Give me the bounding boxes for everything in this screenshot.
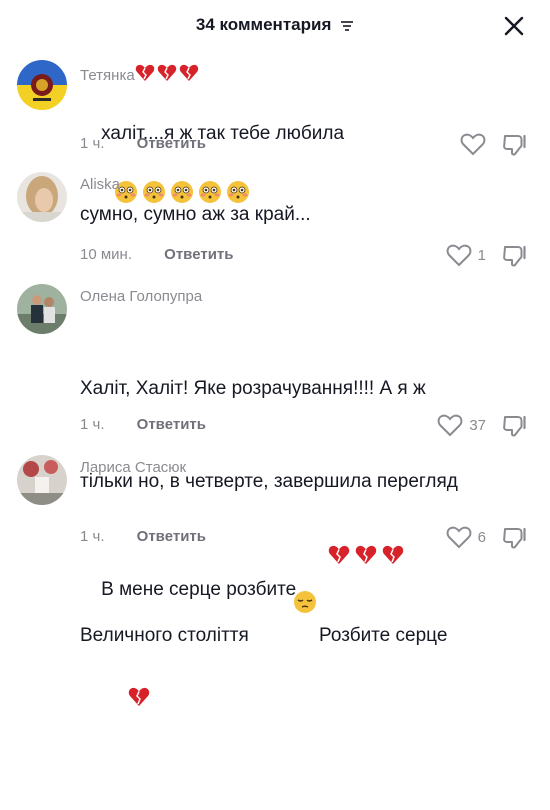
close-icon[interactable]: [502, 14, 526, 38]
comment-text-content: В мене серце розбите: [101, 579, 297, 600]
like-button[interactable]: 37: [437, 414, 486, 437]
comment-author[interactable]: Тетянка: [80, 64, 201, 86]
broken-heart-icon: [135, 64, 201, 86]
comments-title: 34 комментария: [0, 15, 550, 35]
reply-button[interactable]: Ответить: [164, 246, 233, 263]
comments-count-label: 34 комментария: [195, 15, 332, 34]
dislike-icon[interactable]: [502, 133, 528, 157]
comment-time: 1 ч.: [80, 528, 105, 545]
comment-time: 1 ч.: [80, 135, 105, 152]
like-count: 37: [469, 417, 486, 434]
broken-heart-icon: [296, 513, 404, 607]
comment-time: 1 ч.: [80, 416, 105, 433]
avatar[interactable]: [17, 455, 67, 505]
comment-meta: 1 ч. Ответить: [80, 416, 206, 433]
avatar[interactable]: [17, 60, 67, 110]
heart-outline-icon: [437, 414, 463, 437]
dislike-icon[interactable]: [502, 414, 528, 438]
comment-text-line: Халіт, Халіт! Яке розрачування!!!! А я ж: [80, 378, 426, 399]
like-button[interactable]: 1: [446, 244, 486, 267]
avatar[interactable]: [17, 284, 67, 334]
broken-heart-icon: [86, 655, 150, 748]
heart-outline-icon: [446, 526, 472, 549]
filter-lines-icon[interactable]: [340, 20, 354, 32]
dislike-icon[interactable]: [502, 526, 528, 550]
comment-text: В мене серце розбите: [80, 482, 510, 638]
comment-meta: 10 мин. Ответить: [80, 246, 234, 263]
author-name[interactable]: Олена Голопупра: [80, 288, 202, 305]
like-count: 6: [477, 529, 486, 546]
reply-button[interactable]: Ответить: [137, 135, 206, 152]
comments-header: 34 комментария: [0, 0, 550, 52]
comment-text: сумно, сумно аж за край...: [80, 204, 311, 225]
reply-button[interactable]: Ответить: [137, 416, 206, 433]
comment-meta: 1 ч. Ответить: [80, 528, 206, 545]
comment-time: 10 мин.: [80, 246, 132, 263]
heart-outline-icon: [460, 133, 486, 156]
like-button[interactable]: [460, 133, 486, 156]
flushed-face-icon: [82, 149, 252, 245]
avatar[interactable]: [17, 172, 67, 222]
heart-outline-icon: [446, 244, 472, 267]
like-button[interactable]: 6: [446, 526, 486, 549]
comment-meta: 1 ч. Ответить: [80, 135, 206, 152]
author-name[interactable]: Лариса Стасюк: [80, 459, 186, 476]
dislike-icon[interactable]: [502, 244, 528, 268]
like-count: 1: [477, 247, 486, 264]
author-name[interactable]: Aliska: [80, 176, 120, 193]
author-name: Тетянка: [80, 67, 135, 84]
reply-button[interactable]: Ответить: [137, 528, 206, 545]
